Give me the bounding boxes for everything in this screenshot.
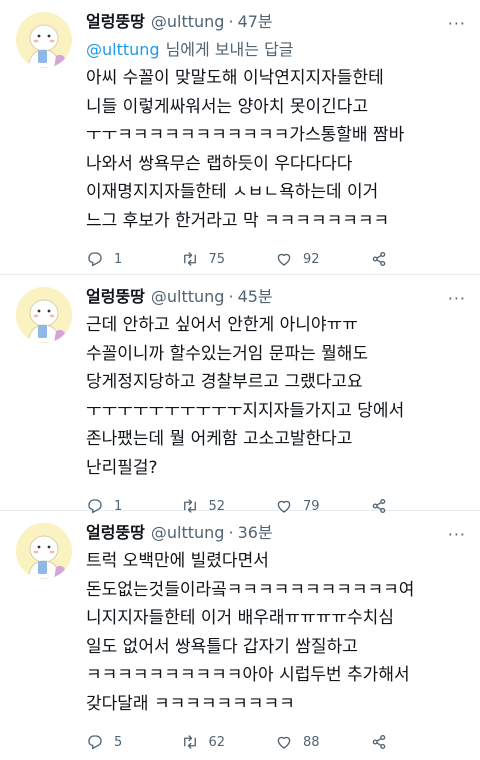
- avatar-character-icon: [16, 12, 72, 68]
- separator-dot: ·: [228, 523, 234, 542]
- tweet-text-line: ㅜㅜㅜㅜㅜㅜㅜㅜㅜㅜ지지자들가지고 당에서: [86, 400, 405, 421]
- like-count: 88: [303, 734, 320, 750]
- share-icon: [372, 251, 385, 267]
- tweet-text-line: 근데 안하고 싶어서 안한게 아니야ㅠㅠ: [86, 315, 358, 335]
- like-icon: [277, 253, 291, 266]
- retweet-button[interactable]: 62: [181, 733, 276, 751]
- reply-count: 1: [114, 251, 123, 267]
- tweet-text: 아씨 수꼴이 맞말도해 이낙연지지자들한테 니들 이렇게싸워서는 양아치 못이긴…: [86, 64, 464, 235]
- tweet-text-line: 수꼴이니까 할수있는거임 문파는 뭘해도: [86, 343, 369, 364]
- avatar[interactable]: [16, 287, 72, 343]
- tweet-header: 얼렁뚱땅 @ulttung · 47분: [86, 12, 464, 32]
- more-icon[interactable]: ···: [448, 14, 466, 33]
- username[interactable]: @ulttung: [151, 287, 225, 307]
- retweet-icon: [183, 252, 196, 266]
- retweet-count: 75: [208, 251, 226, 267]
- tweet-text-line: 당게정지당하고 경찰부르고 그랬다고요: [86, 372, 363, 392]
- tweet-header: 얼렁뚱땅 @ulttung · 36분: [86, 523, 464, 543]
- tweet-text-line: 돈도없는것들이라곸ㅋㅋㅋㅋㅋㅋㅋㅋㅋㅋㅋ여: [86, 579, 415, 600]
- tweet-text-line: 이재명지지자들한테 ㅅㅂㄴ욕하는데 이거: [86, 182, 379, 202]
- share-icon: [372, 734, 385, 750]
- retweet-button[interactable]: 75: [181, 250, 276, 268]
- tweet-text-line: 아씨 수꼴이 맞말도해 이낙연지지자들한테: [86, 68, 384, 88]
- tweet-actions: 5 62 88: [86, 722, 464, 760]
- tweet-text-line: 존나팼는데 뭘 어케함 고소고발한다고: [86, 429, 353, 449]
- tweet-text-line: 난리필걸?: [86, 457, 158, 478]
- share-button[interactable]: [370, 733, 465, 751]
- tweet-text: 트럭 오백만에 빌렸다면서 돈도없는것들이라곸ㅋㅋㅋㅋㅋㅋㅋㅋㅋㅋㅋ여 니지지자…: [86, 547, 464, 718]
- share-button[interactable]: [370, 250, 465, 268]
- tweet-text-line: 트럭 오백만에 빌렸다면서: [86, 551, 269, 571]
- avatar-character-icon: [16, 287, 72, 343]
- tweet[interactable]: ··· 얼렁뚱땅 @ulttung · 47분 @ulttung 님에게 보내는 …: [0, 0, 480, 275]
- more-icon[interactable]: ···: [448, 525, 466, 544]
- like-icon: [277, 736, 291, 749]
- tweet-text-line: 느그 후보가 한거라고 막 ㅋㅋㅋㅋㅋㅋㅋㅋ: [86, 210, 390, 231]
- tweet-text-line: ㅋㅋㅋㅋㅋㅋㅋㅋㅋㅋ아아 시럽두번 추가해서: [86, 665, 410, 685]
- timestamp[interactable]: 47분: [238, 12, 273, 32]
- reply-count: 5: [114, 734, 123, 750]
- reply-icon: [88, 252, 102, 267]
- display-name[interactable]: 얼렁뚱땅: [86, 287, 145, 307]
- reply-context: @ulttung 님에게 보내는 답글: [86, 38, 464, 62]
- retweet-count: 62: [208, 734, 226, 750]
- tweet-text: 근데 안하고 싶어서 안한게 아니야ㅠㅠ 수꼴이니까 할수있는거임 문파는 뭘해…: [86, 311, 464, 482]
- display-name[interactable]: 얼렁뚱땅: [86, 523, 145, 543]
- separator-dot: ·: [228, 287, 234, 306]
- tweet-text-line: 나와서 쌍욕무슨 랩하듯이 우다다다다: [86, 153, 353, 174]
- display-name[interactable]: 얼렁뚱땅: [86, 12, 145, 32]
- tweet-actions: 1 75 92: [86, 239, 464, 279]
- tweet-header: 얼렁뚱땅 @ulttung · 45분: [86, 287, 464, 307]
- reply-button[interactable]: 1: [86, 250, 181, 268]
- tweet[interactable]: ··· 얼렁뚱땅 @ulttung · 45분 근데 안하고 싶어서 안한게 아…: [0, 275, 480, 514]
- tweet-text-line: 니들 이렇게싸워서는 양아치 못이긴다고: [86, 96, 369, 117]
- like-count: 92: [303, 251, 320, 267]
- tweet-text-line: 갖다달래 ㅋㅋㅋㅋㅋㅋㅋㅋㅋ: [86, 693, 295, 714]
- avatar[interactable]: [16, 12, 72, 68]
- separator-dot: ·: [228, 12, 234, 31]
- tweet-text-line: ㅜㅜㅋㅋㅋㅋㅋㅋㅋㅋㅋㅋㅋ가스통할배 짬바: [86, 125, 405, 145]
- tweet-text-line: 니지지자들한테 이거 배우래ㅠㅠㅠㅠ수치심: [86, 608, 394, 628]
- username[interactable]: @ulttung: [151, 523, 225, 543]
- more-icon[interactable]: ···: [448, 289, 466, 308]
- reply-icon: [88, 735, 102, 750]
- like-button[interactable]: 92: [275, 250, 370, 268]
- tweet[interactable]: ··· 얼렁뚱땅 @ulttung · 36분 트럭 오백만에 빌렸다면서 돈도…: [0, 511, 480, 760]
- reply-mention-link[interactable]: @ulttung: [86, 40, 160, 59]
- avatar-character-icon: [16, 523, 72, 579]
- avatar[interactable]: [16, 523, 72, 579]
- username[interactable]: @ulttung: [151, 12, 225, 32]
- timestamp[interactable]: 36분: [238, 523, 273, 543]
- retweet-icon: [183, 735, 196, 749]
- reply-button[interactable]: 5: [86, 733, 181, 751]
- reply-context-label: 님에게 보내는 답글: [165, 40, 294, 59]
- like-button[interactable]: 88: [275, 733, 370, 751]
- timestamp[interactable]: 45분: [238, 287, 273, 307]
- tweet-text-line: 일도 없어서 쌍욕틀다 갑자기 쌈질하고: [86, 636, 358, 657]
